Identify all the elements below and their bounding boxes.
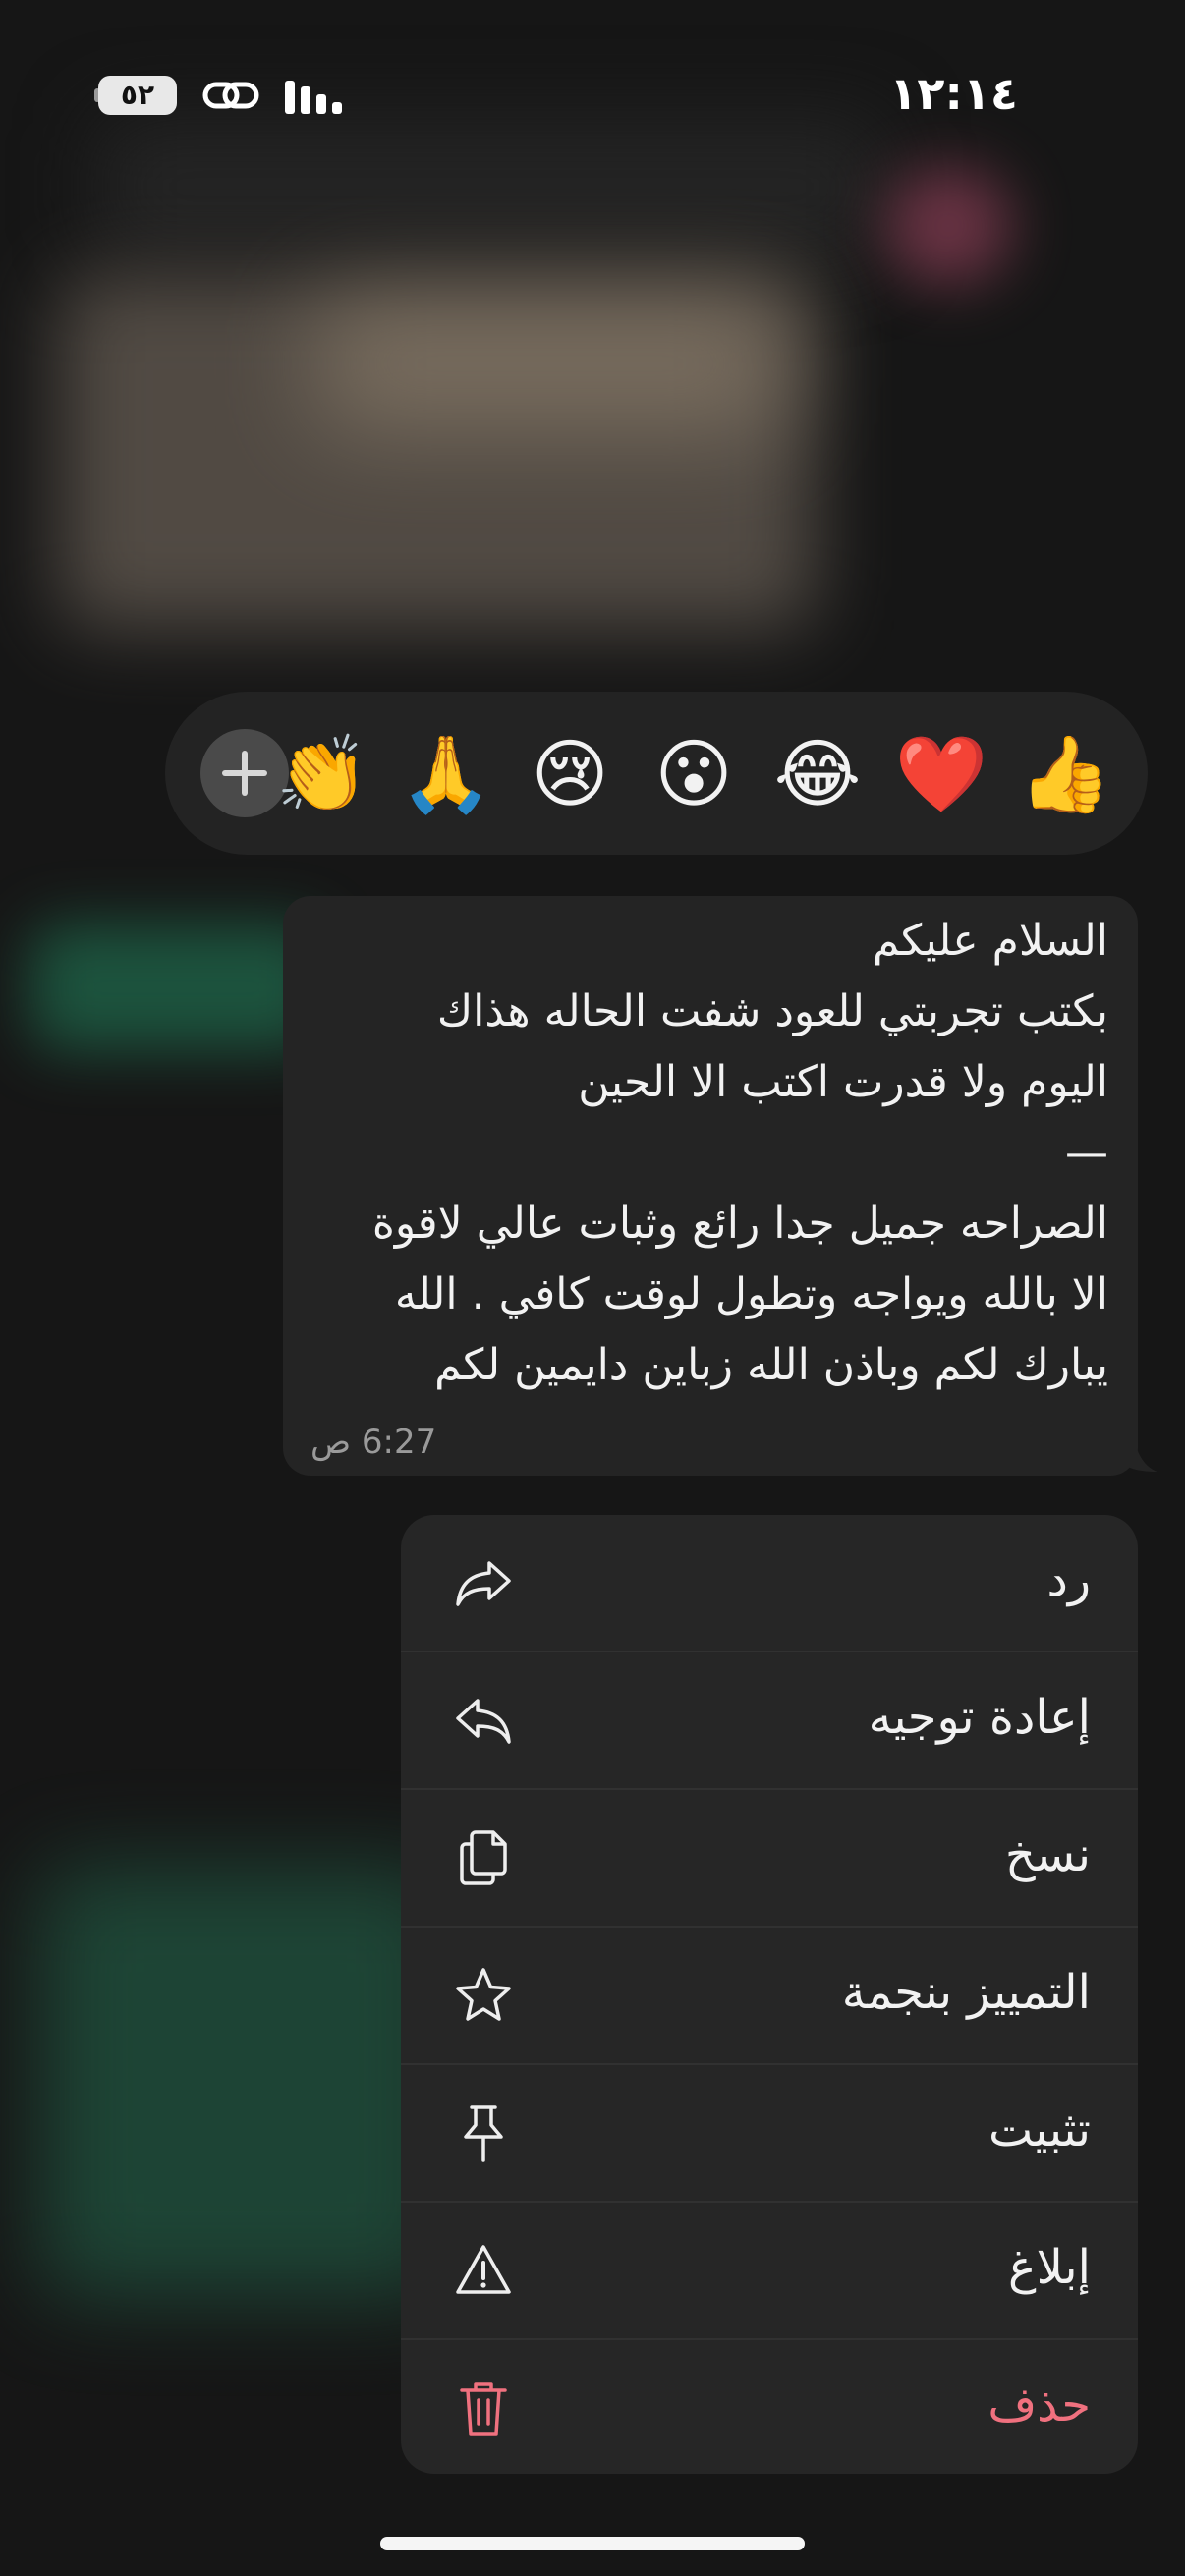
message-line: اليوم ولا قدرت اكتب الا الحين	[578, 1057, 1108, 1107]
menu-label: تثبيت	[988, 2102, 1091, 2157]
blurred-header	[98, 118, 884, 255]
reaction-surprised[interactable]: 😮	[647, 727, 741, 821]
status-time: ١٢:١٤	[889, 67, 1018, 120]
reaction-bar: 👏 🙏 😢 😮 😂 ❤️ 👍	[165, 692, 1148, 855]
menu-item-star[interactable]: التمييز بنجمة	[401, 1928, 1138, 2065]
menu-label: إبلاغ	[1008, 2240, 1091, 2295]
menu-label: التمييز بنجمة	[841, 1965, 1091, 2020]
blurred-photo-highlight	[314, 295, 786, 432]
selected-message-bubble[interactable]: السلام عليكم بكتب تجربتي للعود شفت الحال…	[283, 896, 1138, 1476]
message-line: —	[1065, 1128, 1108, 1178]
forward-icon	[456, 1699, 511, 1744]
menu-label: رد	[1046, 1552, 1091, 1607]
message-line: يبارك لكم وباذن الله زباين دايمين لكم	[434, 1340, 1108, 1390]
link-icon	[202, 82, 259, 109]
bubble-tail	[1130, 1415, 1157, 1472]
battery-indicator: ٥٢	[98, 76, 177, 115]
cellular-signal-icon	[285, 81, 342, 114]
menu-item-report[interactable]: إبلاغ	[401, 2203, 1138, 2340]
blurred-outgoing-bubble	[29, 924, 324, 1051]
plus-icon	[222, 751, 267, 796]
menu-label: إعادة توجيه	[868, 1690, 1091, 1745]
reaction-laugh[interactable]: 😂	[770, 727, 865, 821]
trash-icon	[460, 2382, 507, 2436]
blurred-outgoing-media	[39, 1867, 452, 2299]
menu-label: نسخ	[1004, 1827, 1091, 1882]
reaction-cry[interactable]: 😢	[523, 727, 617, 821]
warning-icon	[456, 2245, 511, 2294]
message-context-menu: رد إعادة توجيه نسخ التمييز بنجمة تثبيت إ…	[401, 1515, 1138, 2474]
reply-icon	[456, 1561, 511, 1606]
star-icon	[456, 1968, 511, 2021]
reaction-heart[interactable]: ❤️	[894, 727, 988, 821]
reaction-thumbs-up[interactable]: 👍	[1018, 727, 1112, 821]
message-line: السلام عليكم	[872, 916, 1108, 966]
blurred-avatar	[884, 167, 1012, 285]
status-bar: ٥٢ ١٢:١٤	[0, 59, 1185, 128]
message-line: الا بالله ويواجه وتطول لوقت كافي . الله	[394, 1269, 1108, 1319]
menu-item-copy[interactable]: نسخ	[401, 1790, 1138, 1928]
menu-item-delete[interactable]: حذف	[401, 2340, 1138, 2474]
menu-label: حذف	[988, 2378, 1091, 2433]
reaction-pray[interactable]: 🙏	[399, 727, 493, 821]
copy-icon	[460, 1830, 507, 1885]
menu-item-forward[interactable]: إعادة توجيه	[401, 1652, 1138, 1790]
reaction-clap[interactable]: 👏	[275, 727, 369, 821]
home-indicator[interactable]	[380, 2537, 805, 2550]
menu-item-reply[interactable]: رد	[401, 1515, 1138, 1652]
message-line: الصراحه جميل جدا رائع وثبات عالي لاقوة	[371, 1199, 1108, 1249]
pin-icon	[464, 2105, 503, 2162]
message-timestamp: 6:27 ص	[310, 1423, 437, 1462]
menu-item-pin[interactable]: تثبيت	[401, 2065, 1138, 2203]
message-line: بكتب تجربتي للعود شفت الحاله هذاك	[436, 986, 1108, 1036]
